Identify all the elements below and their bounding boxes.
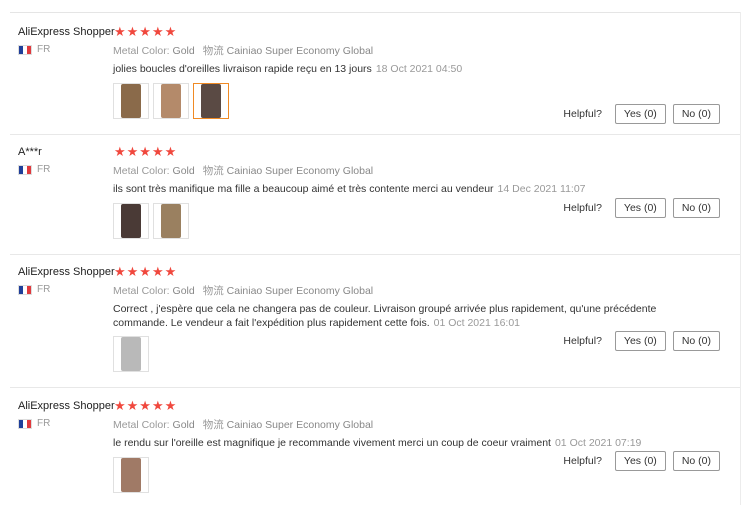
helpful-no-button[interactable]: No (0) [672,198,720,218]
product-attributes: Metal Color: Gold 物流 Cainiao Super Econom… [113,417,373,432]
metal-color-label: Metal Color: [113,45,170,57]
review-photo-thumb[interactable] [113,203,149,239]
review-photo-thumb[interactable] [193,83,229,119]
review-date: 14 Dec 2021 11:07 [497,183,586,195]
france-flag-icon [18,418,32,429]
review-photo-image [121,458,141,492]
helpful-label: Helpful? [563,455,602,467]
reviewer-name: AliExpress Shopper [18,400,115,412]
review-date: 01 Oct 2021 07:19 [554,437,642,449]
shipping-label: 物流 [202,165,224,177]
review-photos [113,457,149,493]
metal-color-label: Metal Color: [113,419,170,431]
reviewer-country: FR [18,418,50,429]
metal-color-label: Metal Color: [113,165,170,177]
helpful-label: Helpful? [563,202,602,214]
review-comment: le rendu sur l'oreille est magnifique je… [113,437,551,449]
product-attributes: Metal Color: Gold 物流 Cainiao Super Econom… [113,283,373,298]
helpful-no-button[interactable]: No (0) [672,104,720,124]
review-text: Correct , j'espère que cela ne changera … [113,302,673,330]
review-text: le rendu sur l'oreille est magnifique je… [113,436,673,450]
review-date: 01 Oct 2021 16:01 [433,317,521,329]
review-photo-image [161,204,181,238]
metal-color-value: Gold [172,419,195,431]
france-flag-icon [18,284,32,295]
list-right-border [740,12,741,505]
shipping-label: 物流 [202,45,224,57]
review-photo-thumb[interactable] [153,83,189,119]
review-photo-thumb[interactable] [153,203,189,239]
review-date: 18 Oct 2021 04:50 [375,63,463,75]
review-comment: ils sont très manifique ma fille a beauc… [113,183,494,195]
review-photo-image [161,84,181,118]
review-photos [113,83,229,119]
helpful-yes-button[interactable]: Yes (0) [614,331,666,351]
star-rating: ★★★★★ [114,264,178,279]
review-comment: Correct , j'espère que cela ne changera … [113,303,657,329]
helpful-yes-button[interactable]: Yes (0) [614,198,666,218]
helpful-label: Helpful? [563,335,602,347]
country-code: FR [37,164,51,175]
reviewer-name: AliExpress Shopper [18,26,115,38]
review-text: jolies boucles d'oreilles livraison rapi… [113,62,673,76]
metal-color-label: Metal Color: [113,285,170,297]
star-rating: ★★★★★ [114,24,178,39]
star-rating: ★★★★★ [114,398,178,413]
country-code: FR [37,284,51,295]
reviewer-country: FR [18,284,50,295]
review-photo-thumb[interactable] [113,83,149,119]
review-photo-image [121,84,141,118]
review-photo-image [121,204,141,238]
metal-color-value: Gold [172,165,195,177]
helpful-label: Helpful? [563,108,602,120]
review-divider [10,134,740,135]
review-comment: jolies boucles d'oreilles livraison rapi… [113,63,372,75]
list-top-border [10,12,740,13]
shipping-value: Cainiao Super Economy Global [226,45,374,57]
metal-color-value: Gold [172,45,195,57]
reviewer-name: A***r [18,146,42,158]
review-item: AliExpress Shopper FR ★★★★★ Metal Color: Go… [10,398,740,500]
helpful-yes-button[interactable]: Yes (0) [614,104,666,124]
review-item: AliExpress Shopper FR ★★★★★ Metal Color: Go… [10,24,740,126]
review-photo-image [201,84,221,118]
review-photos [113,336,149,372]
review-text: ils sont très manifique ma fille a beauc… [113,182,673,196]
review-item: AliExpress Shopper FR ★★★★★ Metal Color: Go… [10,264,740,372]
product-attributes: Metal Color: Gold 物流 Cainiao Super Econom… [113,43,373,58]
reviewer-country: FR [18,44,50,55]
review-photo-thumb[interactable] [113,336,149,372]
shipping-value: Cainiao Super Economy Global [226,285,374,297]
shipping-value: Cainiao Super Economy Global [226,165,374,177]
helpful-voting: Helpful? Yes (0) No (0) [563,331,720,351]
review-divider [10,387,740,388]
shipping-label: 物流 [202,285,224,297]
review-divider [10,254,740,255]
helpful-voting: Helpful? Yes (0) No (0) [563,198,720,218]
shipping-value: Cainiao Super Economy Global [226,419,374,431]
helpful-no-button[interactable]: No (0) [672,451,720,471]
country-code: FR [37,44,51,55]
helpful-voting: Helpful? Yes (0) No (0) [563,451,720,471]
star-rating: ★★★★★ [114,144,178,159]
helpful-yes-button[interactable]: Yes (0) [614,451,666,471]
metal-color-value: Gold [172,285,195,297]
review-photo-thumb[interactable] [113,457,149,493]
helpful-voting: Helpful? Yes (0) No (0) [563,104,720,124]
review-photo-image [121,337,141,371]
france-flag-icon [18,164,32,175]
reviewer-country: FR [18,164,50,175]
product-attributes: Metal Color: Gold 物流 Cainiao Super Econom… [113,163,373,178]
review-item: A***r FR ★★★★★ Metal Color: Gold 物流 Cainiao … [10,144,740,246]
review-photos [113,203,189,239]
country-code: FR [37,418,51,429]
helpful-no-button[interactable]: No (0) [672,331,720,351]
reviewer-name: AliExpress Shopper [18,266,115,278]
france-flag-icon [18,44,32,55]
shipping-label: 物流 [202,419,224,431]
